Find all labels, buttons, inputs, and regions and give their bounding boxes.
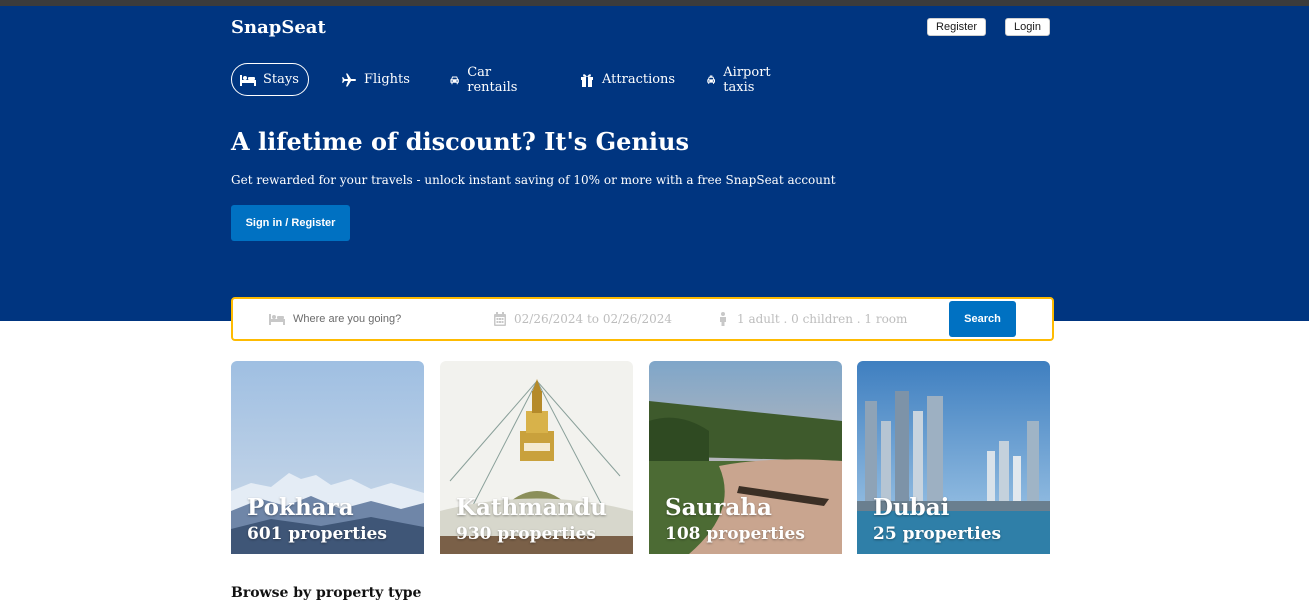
search-bar: 02/26/2024 to 02/26/2024 1 adult . 0 chi…	[231, 297, 1054, 341]
destination-card-kathmandu[interactable]: Kathmandu 930 properties	[440, 361, 633, 554]
destination-name: Pokhara	[247, 494, 354, 521]
guests-field[interactable]: 1 adult . 0 children . 1 room	[717, 299, 907, 339]
nav-item-label: Attractions	[602, 72, 676, 87]
hero-subtitle: Get rewarded for your travels - unlock i…	[231, 173, 836, 187]
nav-item-flights[interactable]: Flights	[341, 63, 410, 96]
destination-properties: 930 properties	[456, 524, 596, 544]
sign-in-register-button[interactable]: Sign in / Register	[231, 205, 350, 241]
nav-item-stays[interactable]: Stays	[231, 63, 309, 96]
destination-card-pokhara[interactable]: Pokhara 601 properties	[231, 361, 424, 554]
car-icon	[450, 75, 459, 84]
destination-input[interactable]	[293, 313, 463, 325]
nav-item-label: Stays	[263, 72, 299, 87]
hero-banner	[0, 6, 1309, 321]
destination-properties: 601 properties	[247, 524, 387, 544]
guests-value: 1 adult . 0 children . 1 room	[737, 312, 908, 326]
person-icon	[720, 312, 726, 326]
destination-field[interactable]	[269, 299, 463, 339]
destination-card-sauraha[interactable]: Sauraha 108 properties	[649, 361, 842, 554]
register-button[interactable]: Register	[927, 18, 986, 36]
login-button[interactable]: Login	[1005, 18, 1050, 36]
destination-name: Sauraha	[665, 494, 772, 521]
nav-item-car-rentals[interactable]: Car rentails	[449, 63, 522, 96]
destination-card-dubai[interactable]: Dubai 25 properties	[857, 361, 1050, 554]
gift-icon	[581, 73, 593, 87]
plane-icon	[342, 73, 356, 86]
destination-name: Kathmandu	[456, 494, 608, 521]
browse-section-title: Browse by property type	[231, 585, 422, 601]
bed-icon	[269, 314, 285, 325]
date-range-value: 02/26/2024 to 02/26/2024	[514, 312, 673, 326]
nav-item-label: Airport taxis	[723, 64, 771, 95]
destination-properties: 25 properties	[873, 524, 1002, 544]
search-button[interactable]: Search	[949, 301, 1016, 337]
calendar-icon	[494, 312, 506, 326]
brand-logo[interactable]: SnapSeat	[231, 17, 326, 38]
nav-item-label: Car rentails	[467, 64, 518, 95]
destination-name: Dubai	[873, 494, 950, 521]
hero-title: A lifetime of discount? It's Genius	[231, 127, 689, 156]
nav-item-airport-taxis[interactable]: Airport taxis	[706, 63, 776, 96]
destination-properties: 108 properties	[665, 524, 805, 544]
date-range-field[interactable]: 02/26/2024 to 02/26/2024	[494, 299, 672, 339]
nav-item-label: Flights	[364, 72, 410, 87]
bed-icon	[240, 74, 256, 86]
taxi-icon	[707, 75, 715, 84]
nav-item-attractions[interactable]: Attractions	[579, 63, 675, 96]
